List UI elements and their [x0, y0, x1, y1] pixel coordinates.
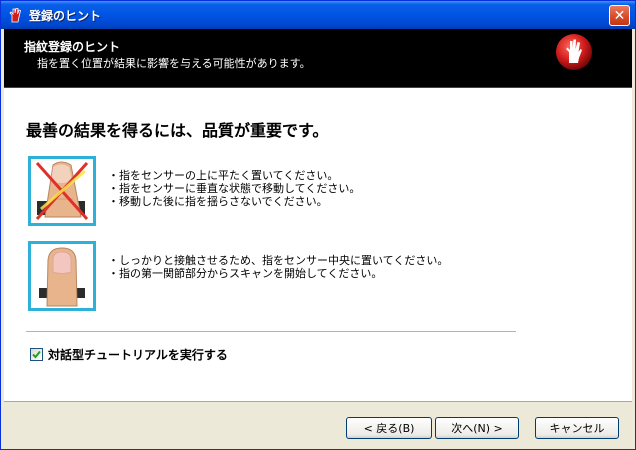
tutorial-checkbox[interactable]: [30, 348, 43, 361]
close-icon: ✕: [613, 7, 626, 24]
red-hand-fingerprint-icon: [556, 34, 592, 70]
tip-item: ・しっかりと接触させるため、指をセンサー中央に置いてください。: [108, 254, 449, 267]
hand-app-icon: [7, 7, 23, 23]
page-heading: 最善の結果を得るには、品質が重要です。: [26, 121, 329, 140]
finger-flat-crossed-icon: [35, 161, 89, 220]
finger-correct-icon: [39, 247, 85, 307]
tip-item: ・指の第一関節部分からスキャンを開始してください。: [108, 267, 383, 280]
content-area: 最善の結果を得るには、品質が重要です。 ・指をセンサーの上に平たく置いてください…: [4, 87, 632, 402]
header-title: 指紋登録のヒント: [24, 40, 121, 54]
divider: [26, 331, 516, 332]
correct-finger-placement-image: [28, 241, 96, 311]
tutorial-checkbox-label[interactable]: 対話型チュートリアルを実行する: [48, 346, 228, 363]
title-bar[interactable]: 登録のヒント ✕: [1, 1, 635, 29]
correct-placement-tips: ・しっかりと接触させるため、指をセンサー中央に置いてください。 ・指の第一関節部…: [108, 254, 448, 280]
tip-item: ・指をセンサーの上に平たく置いてください。: [108, 169, 339, 182]
close-button[interactable]: ✕: [609, 5, 630, 26]
header-banner: 指紋登録のヒント 指を置く位置が結果に影響を与える可能性があります。: [4, 29, 632, 87]
header-subtitle: 指を置く位置が結果に影響を与える可能性があります。: [37, 57, 311, 70]
back-button[interactable]: < 戻る(B): [346, 417, 432, 439]
next-button[interactable]: 次へ(N) >: [435, 417, 519, 439]
tip-item: ・移動した後に指を揺らさないでください。: [108, 195, 328, 208]
incorrect-placement-tips: ・指をセンサーの上に平たく置いてください。 ・指をセンサーに垂直な状態で移動して…: [108, 169, 360, 208]
tutorial-checkbox-row[interactable]: 対話型チュートリアルを実行する: [30, 346, 228, 363]
wizard-window: 登録のヒント ✕ 指紋登録のヒント 指を置く位置が結果に影響を与える可能性があり…: [0, 0, 636, 450]
cancel-button[interactable]: キャンセル: [535, 417, 619, 439]
footer-divider: [4, 401, 632, 402]
checkmark-icon: [32, 350, 41, 359]
tip-item: ・指をセンサーに垂直な状態で移動してください。: [108, 182, 361, 195]
incorrect-finger-placement-image: [28, 156, 96, 226]
window-title: 登録のヒント: [29, 8, 102, 23]
